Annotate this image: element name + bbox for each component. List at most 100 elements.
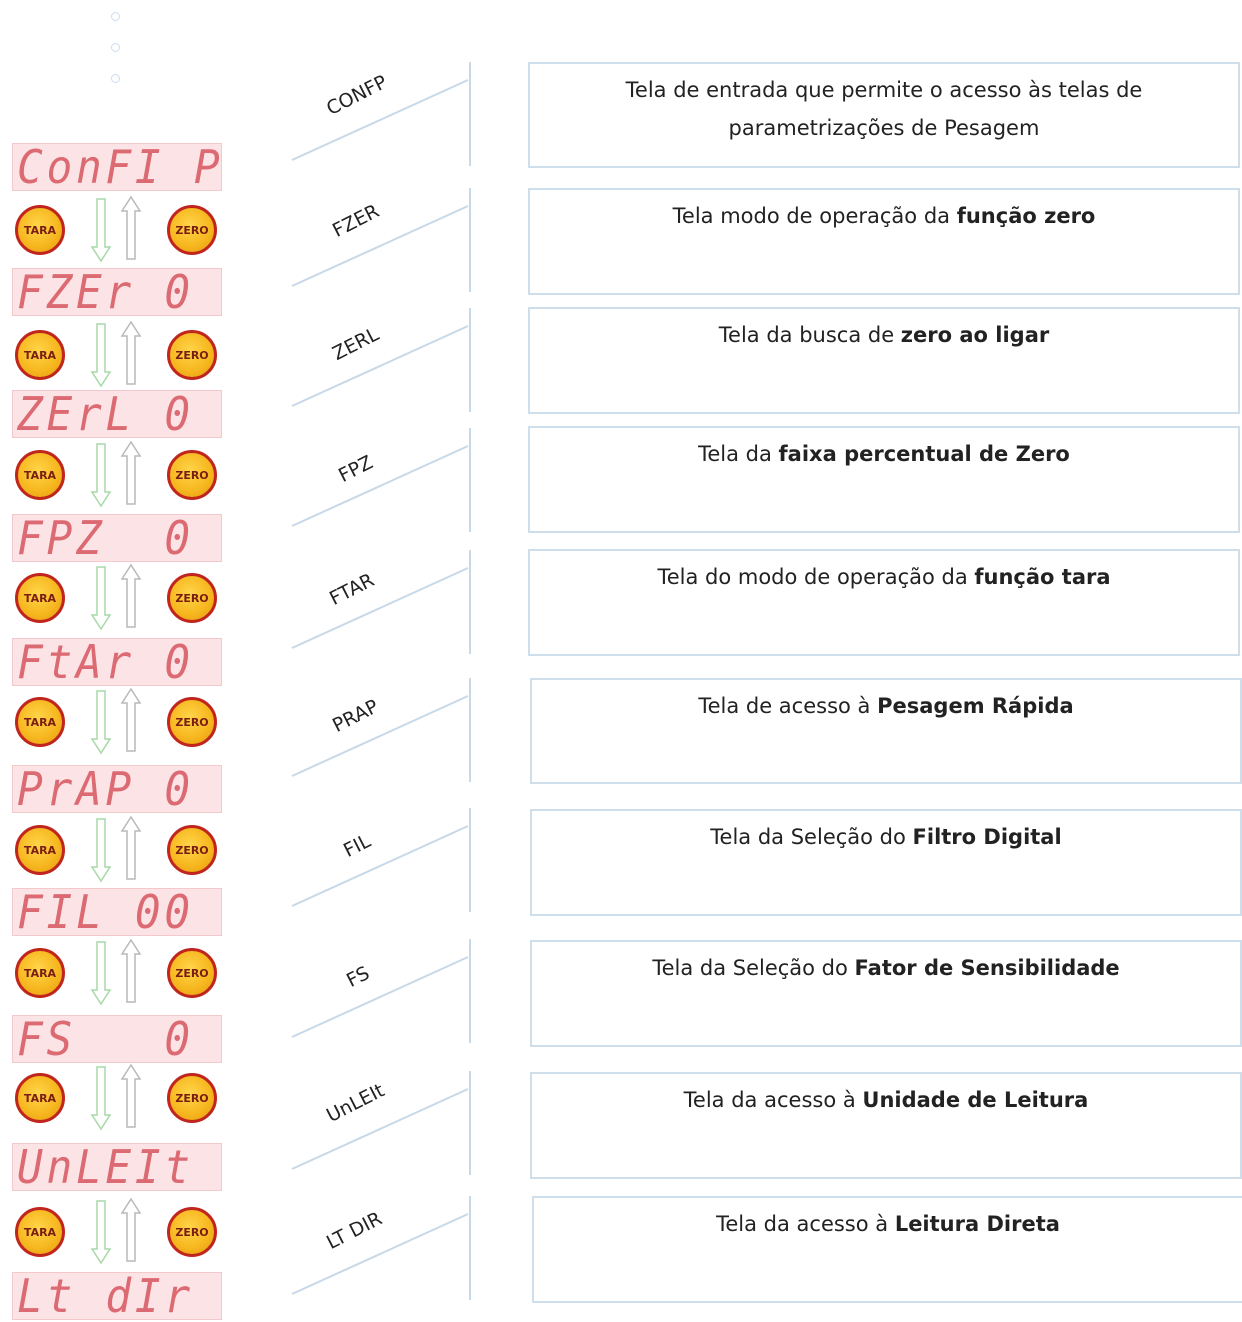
zero-button[interactable]: ZERO: [167, 825, 217, 875]
connector-line: [291, 550, 471, 654]
description-emphasis: Pesagem Rápida: [877, 694, 1074, 718]
zero-button[interactable]: ZERO: [167, 450, 217, 500]
down-arrow-icon: [90, 941, 112, 1006]
description-line: Tela da Seleção do Filtro Digital: [710, 819, 1061, 857]
down-arrow-icon: [90, 818, 112, 883]
connector-line: [291, 308, 471, 412]
tara-button[interactable]: TARA: [15, 573, 65, 623]
description-line: Tela da acesso à Unidade de Leitura: [684, 1082, 1089, 1120]
lcd-display: ConFI P: [12, 143, 222, 191]
description-text: Tela da acesso à Unidade de Leitura: [684, 1082, 1089, 1120]
lcd-display-text: FZEr 0: [17, 268, 194, 316]
lcd-display: FtAr 0: [12, 638, 222, 686]
description-line: Tela modo de operação da função zero: [673, 198, 1096, 236]
description-text: Tela da Seleção do Filtro Digital: [710, 819, 1061, 857]
tara-button[interactable]: TARA: [15, 948, 65, 998]
description-emphasis: função tara: [974, 565, 1111, 589]
lcd-display-text: UnLEIt: [17, 1143, 194, 1191]
dot-icon: [111, 74, 120, 83]
down-arrow-icon: [90, 1200, 112, 1265]
tara-button[interactable]: TARA: [15, 330, 65, 380]
tara-button[interactable]: TARA: [15, 450, 65, 500]
tara-button[interactable]: TARA: [15, 1073, 65, 1123]
up-arrow-icon: [120, 938, 142, 1003]
description-emphasis: função zero: [956, 204, 1096, 228]
description-line: Tela da busca de zero ao ligar: [719, 317, 1049, 355]
lcd-display-text: FtAr 0: [17, 638, 194, 686]
lcd-display: UnLEIt: [12, 1143, 222, 1191]
connector-line: [291, 62, 471, 166]
dot-icon: [111, 12, 120, 21]
up-arrow-icon: [120, 1063, 142, 1128]
description-text: Tela da Seleção do Fator de Sensibilidad…: [652, 950, 1119, 988]
description-segment: Tela da Seleção do: [652, 956, 855, 980]
down-arrow-icon: [90, 443, 112, 508]
connector-line: [291, 1196, 471, 1300]
description-box: Tela da busca de zero ao ligar: [528, 307, 1240, 414]
lcd-display: FZEr 0: [12, 268, 222, 316]
description-segment: Tela da Seleção do: [710, 825, 913, 849]
lcd-display-text: ZErL 0: [17, 390, 194, 438]
zero-button[interactable]: ZERO: [167, 1207, 217, 1257]
description-text: Tela da faixa percentual de Zero: [698, 436, 1070, 474]
description-segment: Tela da acesso à: [716, 1212, 895, 1236]
description-text: Tela de entrada que permite o acesso às …: [626, 72, 1143, 148]
description-segment: Tela do modo de operação da: [657, 565, 975, 589]
description-text: Tela do modo de operação da função tara: [657, 559, 1110, 597]
description-line: Tela da acesso à Leitura Direta: [716, 1206, 1060, 1244]
description-emphasis: Filtro Digital: [912, 825, 1062, 849]
description-box: Tela da Seleção do Fator de Sensibilidad…: [530, 940, 1242, 1047]
lcd-display-text: FS 0: [17, 1015, 194, 1063]
description-box: Tela modo de operação da função zero: [528, 188, 1240, 295]
lcd-display: Lt dIr: [12, 1272, 222, 1320]
lcd-display-text: ConFI P: [17, 143, 222, 191]
description-box: Tela da acesso à Leitura Direta: [532, 1196, 1242, 1303]
connector-line: [291, 939, 471, 1043]
description-box: Tela de acesso à Pesagem Rápida: [530, 678, 1242, 784]
zero-button[interactable]: ZERO: [167, 573, 217, 623]
description-box: Tela da faixa percentual de Zero: [528, 426, 1240, 533]
zero-button[interactable]: ZERO: [167, 205, 217, 255]
lcd-display: ZErL 0: [12, 390, 222, 438]
up-arrow-icon: [120, 320, 142, 385]
description-box: Tela de entrada que permite o acesso às …: [528, 62, 1240, 168]
lcd-display-text: FIL 00: [17, 888, 194, 936]
up-arrow-icon: [120, 687, 142, 752]
zero-button[interactable]: ZERO: [167, 948, 217, 998]
down-arrow-icon: [90, 323, 112, 388]
description-line: Tela da faixa percentual de Zero: [698, 436, 1070, 474]
description-segment: Tela modo de operação da: [672, 204, 957, 228]
description-emphasis: Leitura Direta: [894, 1212, 1060, 1236]
down-arrow-icon: [90, 1066, 112, 1131]
description-line: Tela de acesso à Pesagem Rápida: [698, 688, 1073, 726]
description-emphasis: Fator de Sensibilidade: [854, 956, 1120, 980]
description-line: Tela do modo de operação da função tara: [657, 559, 1110, 597]
connector-line: [291, 188, 471, 292]
zero-button[interactable]: ZERO: [167, 1073, 217, 1123]
lcd-display: FPZ 0: [12, 514, 222, 562]
dot-icon: [111, 43, 120, 52]
description-segment: Tela da: [698, 442, 779, 466]
description-segment: Tela da acesso à: [683, 1088, 863, 1112]
connector-line: [291, 1071, 471, 1175]
up-arrow-icon: [120, 815, 142, 880]
zero-button[interactable]: ZERO: [167, 697, 217, 747]
up-arrow-icon: [120, 195, 142, 260]
tara-button[interactable]: TARA: [15, 205, 65, 255]
description-segment: parametrizações de Pesagem: [728, 115, 1040, 140]
down-arrow-icon: [90, 566, 112, 631]
lcd-display-text: Lt dIr: [17, 1272, 194, 1320]
description-text: Tela da acesso à Leitura Direta: [716, 1206, 1060, 1244]
connector-line: [291, 428, 471, 532]
description-line: Tela de entrada que permite o acesso às …: [626, 72, 1143, 110]
zero-button[interactable]: ZERO: [167, 330, 217, 380]
down-arrow-icon: [90, 198, 112, 263]
tara-button[interactable]: TARA: [15, 697, 65, 747]
lcd-display-text: FPZ 0: [17, 514, 194, 562]
description-text: Tela da busca de zero ao ligar: [719, 317, 1049, 355]
description-emphasis: faixa percentual de Zero: [778, 442, 1070, 466]
connector-line: [291, 808, 471, 912]
tara-button[interactable]: TARA: [15, 1207, 65, 1257]
lcd-display: FS 0: [12, 1015, 222, 1063]
tara-button[interactable]: TARA: [15, 825, 65, 875]
